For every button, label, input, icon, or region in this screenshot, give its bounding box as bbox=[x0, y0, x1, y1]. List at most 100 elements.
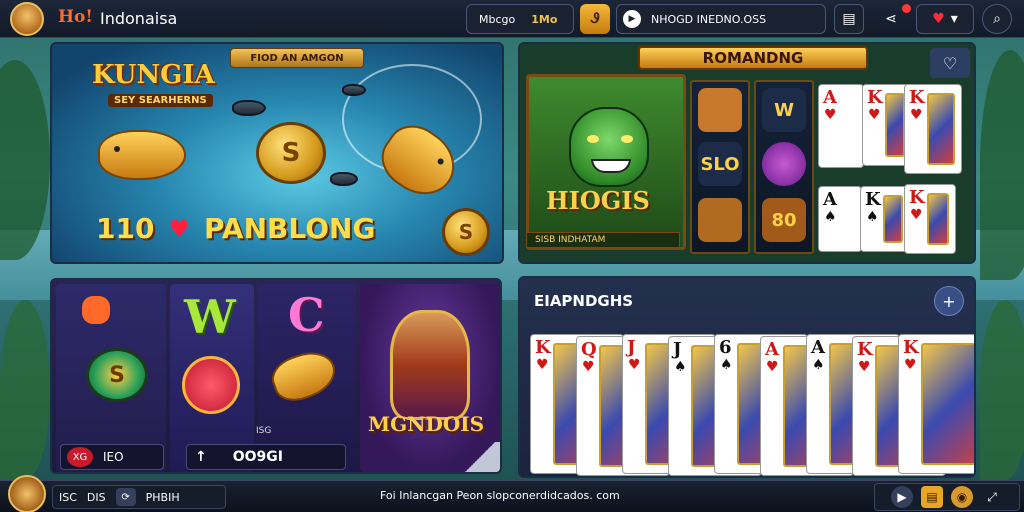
game-tile-fishing[interactable]: FIOD AN AMGON KUNGIA SEY SEARHERNS S S 1… bbox=[50, 42, 504, 264]
dark-fish bbox=[232, 100, 266, 116]
reel-symbol-monkey bbox=[698, 88, 742, 132]
score-field[interactable]: ↑ OO9GI bbox=[186, 444, 346, 470]
play-icon[interactable]: ▶ bbox=[891, 486, 913, 508]
fishing-banner: FIOD AN AMGON bbox=[230, 48, 364, 68]
bet-value: IEO bbox=[103, 450, 124, 464]
chip-coin: S bbox=[86, 348, 148, 402]
footer-controls: ▶ ▤ ◉ ⤢ bbox=[874, 483, 1020, 511]
card-rank: Q bbox=[581, 339, 597, 360]
bottom-status-bar: ISC DIS ⟳ PHBIH Foi Inlancgan Peon slopc… bbox=[0, 475, 1024, 512]
card-suit: ♥ bbox=[766, 359, 779, 375]
card-suit: ♥ bbox=[628, 357, 641, 373]
slot-small-label: ISG bbox=[256, 426, 272, 436]
playing-card: A ♥ bbox=[818, 84, 864, 168]
card-rank: K bbox=[857, 339, 873, 360]
beast-character bbox=[569, 107, 649, 187]
slots-logo: MGNDOIS bbox=[368, 412, 485, 436]
card-rank: J bbox=[673, 339, 682, 360]
flower-symbol bbox=[82, 296, 110, 324]
stat-1: ISC bbox=[59, 490, 77, 504]
card-rank: A bbox=[811, 337, 825, 358]
background-foliage bbox=[980, 300, 1024, 480]
play-icon[interactable]: ▶ bbox=[623, 10, 641, 28]
golden-fish bbox=[98, 130, 186, 180]
jungle-hero-art bbox=[526, 74, 686, 250]
gold-icon[interactable]: ▤ bbox=[921, 486, 943, 508]
jungle-hero-title: HIOGIS bbox=[546, 186, 650, 215]
reel-symbol-text: SLO bbox=[698, 142, 742, 186]
game-tile-cards[interactable]: EIAPNDGHS + K ♥ Q ♥ J ♥ J ♠ 6 ♠ A ♥ A ♠ K ♥ K ♥ bbox=[518, 276, 976, 478]
page-curl-corner[interactable] bbox=[460, 442, 500, 472]
favorite-toggle[interactable]: ♡ bbox=[930, 48, 970, 78]
bet-chip: XG bbox=[67, 447, 93, 467]
symbol-c: C bbox=[288, 288, 325, 342]
menu-button[interactable]: ▤ bbox=[834, 4, 864, 34]
heart-icon: ♥ bbox=[932, 11, 945, 27]
player-avatar[interactable] bbox=[8, 475, 46, 512]
bet-field[interactable]: XG IEO bbox=[60, 444, 164, 470]
background-foliage bbox=[980, 50, 1024, 280]
playing-card[interactable]: K ♥ bbox=[898, 334, 974, 474]
card-suit: ♥ bbox=[904, 357, 917, 373]
playing-card: K ♠ bbox=[860, 186, 910, 252]
user-label: Mbcgo bbox=[479, 12, 516, 26]
king-character bbox=[390, 310, 470, 420]
user-balance-pill[interactable]: Mbcgo 1Mo bbox=[466, 4, 574, 34]
brand-mark[interactable]: Ho! bbox=[58, 7, 93, 27]
brand-avatar[interactable] bbox=[10, 2, 44, 36]
deposit-button[interactable]: Ꮽ bbox=[580, 4, 610, 34]
card-rank: K bbox=[535, 337, 551, 358]
playing-card: A ♠ bbox=[818, 186, 862, 252]
score-value: OO9GI bbox=[232, 449, 283, 465]
footer-link-text[interactable]: Foi Inlancgan Peon slopconerdidcados. co… bbox=[380, 489, 620, 502]
card-face-art bbox=[921, 343, 974, 465]
card-rank: J bbox=[627, 337, 636, 358]
playing-card: K ♥ bbox=[904, 184, 956, 254]
card-rank: A bbox=[765, 339, 779, 360]
coin-icon[interactable]: ◉ bbox=[951, 486, 973, 508]
jackpot-count: 110 bbox=[96, 212, 155, 245]
reel-symbol-text: W bbox=[762, 88, 806, 132]
card-rank: K bbox=[903, 337, 919, 358]
sun-character bbox=[182, 356, 240, 414]
dark-fish bbox=[342, 84, 366, 96]
reel-symbol-lion bbox=[698, 198, 742, 242]
brand-name[interactable]: Indonaisa bbox=[100, 9, 177, 28]
jungle-banner: ROMANDNG bbox=[638, 46, 868, 70]
player-stats: ISC DIS ⟳ PHBIH bbox=[52, 485, 226, 509]
heart-outline-icon: ♡ bbox=[942, 53, 958, 73]
fishing-subtitle: SEY SEARHERNS bbox=[108, 94, 213, 107]
favorites-button[interactable]: ♥ ▾ bbox=[916, 4, 974, 34]
notification-dot bbox=[902, 4, 911, 13]
card-suit: ♥ bbox=[582, 359, 595, 375]
card-suit: ♠ bbox=[674, 359, 687, 375]
sync-icon[interactable]: ⟳ bbox=[115, 488, 136, 506]
cards-title: EIAPNDGHS bbox=[534, 292, 634, 310]
promo-text: NHOGD INEDNO.OSS bbox=[651, 12, 767, 26]
add-button[interactable]: + bbox=[934, 286, 964, 316]
fishing-jackpot: 110 ♥ PANBLONG bbox=[96, 212, 375, 245]
card-suit: ♠ bbox=[720, 357, 733, 373]
card-suit: ♥ bbox=[858, 359, 871, 375]
expand-icon[interactable]: ⤢ bbox=[981, 486, 1003, 508]
slot-reel: SLO bbox=[690, 80, 750, 254]
share-icon: ⋖ bbox=[885, 11, 897, 27]
card-suit: ♠ bbox=[812, 357, 825, 373]
card-rank: 6 bbox=[719, 337, 732, 358]
menu-icon: ▤ bbox=[842, 11, 856, 27]
gold-coin: S bbox=[442, 208, 490, 256]
game-tile-slots[interactable]: S W C ISG MGNDOIS XG IEO ↑ OO9GI bbox=[50, 278, 502, 474]
background-foliage bbox=[0, 300, 50, 480]
reel-symbol-text: 80 bbox=[762, 198, 806, 242]
golden-fish bbox=[266, 344, 342, 408]
top-navigation-bar: Ho! Indonaisa Mbcgo 1Mo Ꮽ ▶ NHOGD INEDNO… bbox=[0, 0, 1024, 38]
dark-fish bbox=[330, 172, 358, 186]
search-icon: ⌕ bbox=[993, 11, 1001, 27]
card-suit: ♥ bbox=[536, 357, 549, 373]
reel-symbol-gem bbox=[762, 142, 806, 186]
game-tile-jungle[interactable]: ROMANDNG ♡ HIOGIS SISB INDHATAM SLO W 80… bbox=[518, 42, 976, 264]
slot-reel: W 80 bbox=[754, 80, 814, 254]
jackpot-label: PANBLONG bbox=[203, 212, 376, 245]
search-button[interactable]: ⌕ bbox=[982, 4, 1012, 34]
promo-banner[interactable]: ▶ NHOGD INEDNO.OSS bbox=[616, 4, 826, 34]
